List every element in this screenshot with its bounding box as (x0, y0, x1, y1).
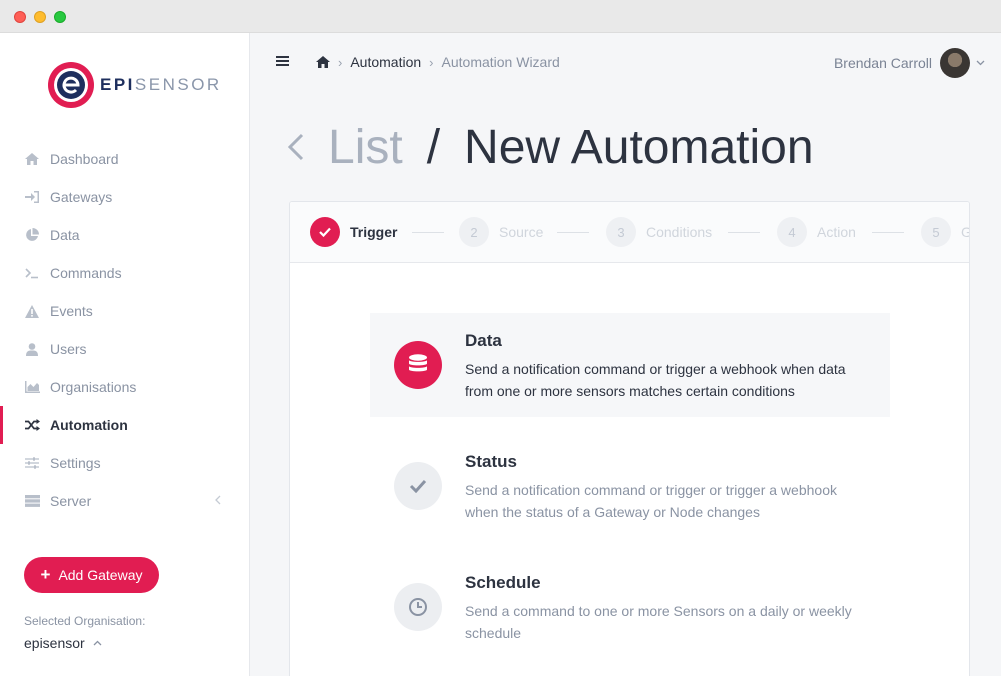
chevron-right-icon: › (338, 54, 343, 70)
wizard-step-action[interactable]: 4 Action (777, 217, 856, 247)
sidebar-item-server[interactable]: Server (0, 482, 249, 520)
sidebar-item-events[interactable]: Events (0, 292, 249, 330)
option-title: Schedule (465, 573, 541, 592)
breadcrumb: › Automation › Automation Wizard (316, 54, 560, 70)
sidebar-item-data[interactable]: Data (0, 216, 249, 254)
maximize-window-button[interactable] (54, 11, 66, 23)
user-icon (24, 341, 40, 357)
page-title: New Automation (464, 120, 814, 174)
terminal-icon (24, 265, 40, 281)
option-title: Status (465, 452, 517, 471)
episensor-logo[interactable]: EPISENSOR (46, 60, 222, 110)
user-menu[interactable]: Brendan Carroll (834, 48, 985, 78)
sidebar-item-organisations[interactable]: Organisations (0, 368, 249, 406)
breadcrumb-automation[interactable]: Automation (350, 54, 421, 70)
sign-in-icon (24, 189, 40, 205)
warning-icon (24, 303, 40, 319)
sidebar-item-label: Gateways (50, 189, 113, 205)
random-icon (24, 417, 40, 433)
step-connector (728, 232, 760, 233)
sidebar-nav: Dashboard Gateways Data Commands Events … (0, 140, 249, 520)
sidebar-item-label: Organisations (50, 379, 137, 395)
wizard-step-source[interactable]: 2 Source (459, 217, 543, 247)
step-connector (557, 232, 589, 233)
database-icon (394, 341, 442, 389)
title-separator: / (426, 120, 441, 174)
selected-organisation-label: Selected Organisation: (24, 614, 146, 628)
chevron-left-icon[interactable] (286, 131, 306, 163)
logo-wordmark: EPISENSOR (100, 75, 222, 94)
area-chart-icon (24, 379, 40, 395)
option-title: Data (465, 331, 502, 350)
clock-icon (394, 583, 442, 631)
window-titlebar (0, 0, 1001, 33)
sliders-icon (24, 455, 40, 471)
sidebar-item-label: Automation (50, 417, 128, 433)
main-content: › Automation › Automation Wizard Brendan… (250, 33, 1001, 676)
sidebar-item-label: Dashboard (50, 151, 119, 167)
selected-organisation-value: episensor (24, 635, 85, 651)
step-number: 4 (777, 217, 807, 247)
sidebar-item-users[interactable]: Users (0, 330, 249, 368)
user-name: Brendan Carroll (833, 55, 932, 71)
step-number: 3 (606, 217, 636, 247)
step-check-icon (310, 217, 340, 247)
page-header: List / New Automation (286, 119, 814, 175)
sidebar-item-label: Settings (50, 455, 101, 471)
sidebar-item-label: Data (50, 227, 80, 243)
step-connector (872, 232, 904, 233)
app-window: EPISENSOR Dashboard Gateways Data Comman… (0, 0, 1001, 676)
step-label: Action (817, 224, 856, 240)
close-window-button[interactable] (14, 11, 26, 23)
minimize-window-button[interactable] (34, 11, 46, 23)
sidebar-item-dashboard[interactable]: Dashboard (0, 140, 249, 178)
sidebar-item-settings[interactable]: Settings (0, 444, 249, 482)
wizard-step-general[interactable]: 5 General (921, 217, 969, 247)
hamburger-menu-icon[interactable] (276, 55, 289, 67)
trigger-option-schedule[interactable]: Schedule Send a command to one or more S… (370, 555, 890, 659)
sidebar-item-commands[interactable]: Commands (0, 254, 249, 292)
trigger-option-data[interactable]: Data Send a notification command or trig… (370, 313, 890, 417)
breadcrumb-automation-wizard: Automation Wizard (441, 54, 560, 70)
option-description: Send a command to one or more Sensors on… (465, 603, 852, 641)
sidebar-item-automation[interactable]: Automation (0, 406, 249, 444)
wizard-card: Trigger 2 Source 3 Conditions 4 Action 5… (289, 201, 970, 676)
avatar (940, 48, 970, 78)
step-label: Source (499, 224, 544, 240)
chevron-up-icon (93, 640, 102, 646)
sidebar-item-label: Server (50, 493, 92, 509)
server-icon (24, 493, 40, 509)
chevron-down-icon (976, 60, 985, 66)
sidebar-item-label: Users (50, 341, 87, 357)
chevron-left-icon[interactable] (215, 495, 221, 505)
breadcrumb-home[interactable] (316, 56, 330, 68)
option-description: Send a notification command or trigger o… (465, 482, 837, 520)
sidebar: EPISENSOR Dashboard Gateways Data Comman… (0, 33, 250, 676)
step-connector (412, 232, 444, 233)
sidebar-item-label: Events (50, 303, 93, 319)
add-gateway-label: Add Gateway (58, 567, 143, 583)
episensor-logo-icon (48, 62, 94, 108)
add-gateway-button[interactable]: + Add Gateway (24, 557, 159, 593)
sidebar-item-gateways[interactable]: Gateways (0, 178, 249, 216)
step-number: 2 (459, 217, 489, 247)
step-label: Trigger (350, 224, 398, 240)
plus-icon: + (40, 565, 51, 584)
organisation-selector[interactable]: episensor (24, 635, 102, 651)
sidebar-item-label: Commands (50, 265, 122, 281)
pie-chart-icon (24, 227, 40, 243)
step-number: 5 (921, 217, 951, 247)
chevron-right-icon: › (429, 54, 434, 70)
option-description: Send a notification command or trigger a… (465, 361, 846, 399)
wizard-step-trigger[interactable]: Trigger (310, 217, 397, 247)
step-label: General (961, 224, 969, 240)
wizard-step-conditions[interactable]: 3 Conditions (606, 217, 712, 247)
wizard-steps: Trigger 2 Source 3 Conditions 4 Action 5 (290, 202, 969, 263)
check-icon (394, 462, 442, 510)
trigger-option-status[interactable]: Status Send a notification command or tr… (370, 434, 890, 538)
home-icon (316, 56, 330, 68)
step-label: Conditions (646, 224, 713, 240)
back-to-list-link[interactable]: List (328, 120, 403, 175)
home-icon (24, 151, 40, 167)
